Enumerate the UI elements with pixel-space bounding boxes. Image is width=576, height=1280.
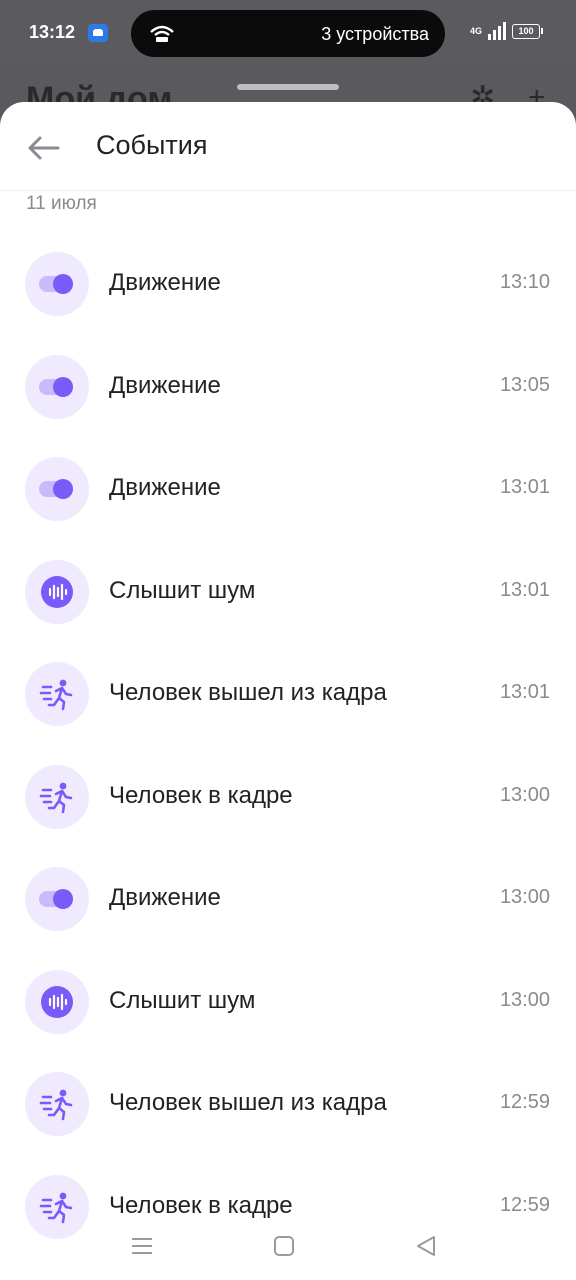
event-row[interactable]: Движение 13:05	[0, 354, 576, 458]
recent-apps-button[interactable]	[128, 1232, 156, 1260]
motion-toggle-icon	[39, 274, 73, 294]
running-person-icon	[39, 1089, 73, 1121]
status-indicators: 4G 100	[469, 22, 543, 40]
dynamic-island[interactable]: 3 устройства	[131, 10, 445, 57]
event-time: 13:05	[499, 373, 550, 396]
event-label: Человек в кадре	[109, 781, 293, 809]
square-icon	[274, 1236, 294, 1256]
event-time: 12:59	[499, 1193, 550, 1216]
event-icon	[25, 969, 89, 1034]
event-time: 13:10	[499, 271, 550, 293]
event-icon	[25, 354, 89, 419]
event-label: Человек в кадре	[109, 1191, 293, 1219]
event-row[interactable]: Человек в кадре 13:00	[0, 764, 576, 868]
smart-home-icon	[150, 25, 174, 42]
event-icon	[25, 252, 89, 316]
island-devices-text: 3 устройства	[321, 24, 429, 44]
status-bar: 13:12 3 устройства 4G 100	[0, 0, 576, 66]
motion-toggle-icon	[39, 479, 73, 499]
event-icon	[25, 559, 89, 624]
event-row[interactable]: Движение 13:00	[0, 867, 576, 970]
event-time: 13:00	[499, 886, 550, 908]
event-icon	[25, 764, 89, 829]
event-row[interactable]: Движение 13:10	[0, 252, 576, 355]
event-icon	[25, 1072, 89, 1136]
event-label: Движение	[109, 884, 221, 911]
event-label: Слышит шум	[109, 576, 256, 604]
sheet-header: События	[0, 102, 576, 191]
menu-lines-icon	[132, 1238, 152, 1254]
events-list: Движение 13:10 Движение 13:05 Движение 1…	[0, 252, 576, 1277]
network-type: 4G	[469, 26, 482, 36]
running-person-icon	[39, 679, 73, 711]
event-time: 13:01	[499, 476, 550, 498]
sound-wave-icon	[41, 985, 73, 1018]
event-time: 13:00	[499, 988, 550, 1011]
battery-icon: 100	[512, 23, 543, 39]
event-row[interactable]: Слышит шум 13:00	[0, 969, 576, 1073]
event-label: Слышит шум	[109, 986, 256, 1014]
event-row[interactable]: Человек вышел из кадра 12:59	[0, 1072, 576, 1175]
event-icon	[25, 457, 89, 521]
date-header: 11 июля	[26, 193, 97, 214]
event-label: Движение	[109, 269, 221, 296]
event-row[interactable]: Движение 13:01	[0, 457, 576, 560]
event-icon	[25, 662, 89, 726]
running-person-icon	[39, 782, 73, 813]
home-button[interactable]	[270, 1232, 298, 1260]
motion-toggle-icon	[39, 376, 73, 397]
system-navigation-bar	[0, 1222, 576, 1270]
triangle-back-icon	[417, 1236, 435, 1256]
event-time: 13:00	[499, 783, 550, 806]
event-label: Движение	[109, 371, 221, 399]
motion-toggle-icon	[39, 889, 73, 909]
event-label: Человек вышел из кадра	[109, 679, 387, 706]
event-time: 12:59	[499, 1091, 550, 1113]
back-button[interactable]	[18, 124, 70, 172]
arrow-left-icon	[28, 136, 60, 160]
notification-app-icon	[88, 24, 108, 42]
event-time: 13:01	[499, 681, 550, 703]
event-label: Человек вышел из кадра	[109, 1089, 387, 1116]
event-row[interactable]: Человек вышел из кадра 13:01	[0, 662, 576, 765]
event-icon	[25, 867, 89, 931]
status-time: 13:12	[29, 22, 76, 42]
sound-wave-icon	[41, 575, 73, 608]
event-row[interactable]: Слышит шум 13:01	[0, 559, 576, 663]
running-person-icon	[39, 1192, 73, 1223]
events-sheet: События 11 июля Движение 13:10 Движение …	[0, 102, 576, 1280]
signal-icon	[488, 22, 506, 40]
sheet-drag-handle[interactable]	[237, 84, 339, 90]
event-time: 13:01	[499, 578, 550, 601]
event-label: Движение	[109, 474, 221, 501]
page-title: События	[96, 130, 208, 160]
back-nav-button[interactable]	[412, 1232, 440, 1260]
